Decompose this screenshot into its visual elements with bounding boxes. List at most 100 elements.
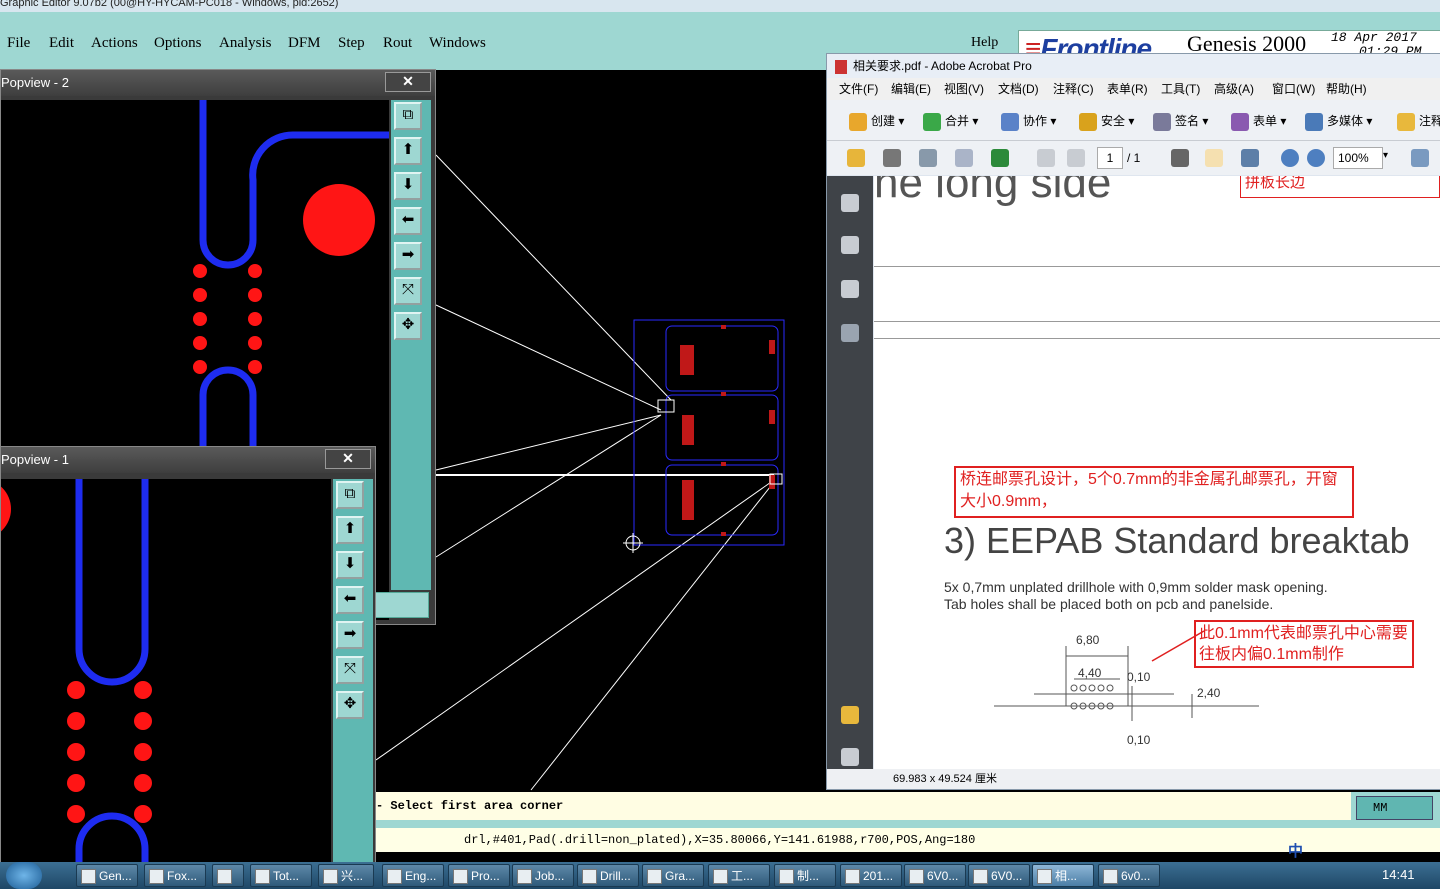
- taskbar-item[interactable]: 6v0...: [1098, 864, 1160, 887]
- taskbar-item[interactable]: Drill...: [577, 864, 639, 887]
- app-icon: [973, 869, 988, 885]
- zoom-out-icon[interactable]: ⤧: [336, 656, 364, 684]
- zoom-in-icon[interactable]: [1307, 149, 1325, 167]
- hand-tool-icon[interactable]: [1205, 149, 1223, 167]
- open-folder-icon[interactable]: [847, 149, 865, 167]
- layers-icon[interactable]: [841, 280, 859, 298]
- pan-left-icon[interactable]: ⬅: [394, 207, 422, 235]
- menu-file[interactable]: File: [7, 35, 30, 52]
- web-icon[interactable]: [991, 149, 1009, 167]
- taskbar-item[interactable]: 201...: [840, 864, 902, 887]
- forms-button[interactable]: 表单 ▾: [1231, 112, 1286, 131]
- taskbar-item[interactable]: Job...: [512, 864, 574, 887]
- app-icon: [323, 869, 338, 885]
- acro-menu-advanced[interactable]: 高级(A): [1214, 78, 1254, 100]
- annotation-stamp-holes[interactable]: 桥连邮票孔设计，5个0.7mm的非金属孔邮票孔，开窗大小0.9mm，: [954, 466, 1354, 518]
- comment-button[interactable]: 注释: [1397, 112, 1440, 131]
- save-icon[interactable]: [919, 149, 937, 167]
- menu-rout[interactable]: Rout: [383, 35, 412, 52]
- pan-down-icon[interactable]: ⬇: [394, 172, 422, 200]
- annotation-top[interactable]: 拼板长边: [1240, 176, 1440, 198]
- taskbar-item[interactable]: 6V0...: [904, 864, 966, 887]
- menu-edit[interactable]: Edit: [49, 35, 74, 52]
- zoom-level-input[interactable]: 100%: [1333, 147, 1383, 169]
- sign-button[interactable]: 签名 ▾: [1153, 112, 1208, 131]
- taskbar-item[interactable]: Gra...: [642, 864, 704, 887]
- menu-step[interactable]: Step: [338, 35, 365, 52]
- acrobat-navigation-pane: [827, 176, 873, 769]
- acro-menu-document[interactable]: 文档(D): [998, 78, 1039, 100]
- start-button[interactable]: [6, 862, 42, 889]
- taskbar-item[interactable]: 6V0...: [968, 864, 1030, 887]
- ime-indicator[interactable]: 中: [1288, 840, 1303, 861]
- popview-1-view[interactable]: [1, 479, 331, 863]
- attachments-icon[interactable]: [841, 748, 859, 766]
- comments-icon[interactable]: [841, 706, 859, 724]
- pages-icon[interactable]: [841, 194, 859, 212]
- graphic-canvas[interactable]: [375, 70, 826, 792]
- pan-up-icon[interactable]: ⬆: [336, 516, 364, 544]
- popview-1-window: Popview - 1 ✕ ⧉ ⬆ ⬇ ⬅ ➡ ⤧ ✥: [0, 446, 376, 864]
- units-selector[interactable]: MM: [1356, 796, 1433, 820]
- menu-actions[interactable]: Actions: [91, 35, 138, 52]
- fit-page-icon[interactable]: [1411, 149, 1429, 167]
- create-button[interactable]: 创建 ▾: [849, 112, 904, 131]
- pan-up-icon[interactable]: ⬆: [394, 137, 422, 165]
- acro-menu-forms[interactable]: 表单(R): [1107, 78, 1148, 100]
- menu-analysis[interactable]: Analysis: [219, 35, 272, 52]
- taskbar-item[interactable]: Fox...: [144, 864, 206, 887]
- prev-page-icon[interactable]: [1037, 149, 1055, 167]
- collaborate-button[interactable]: 协作 ▾: [1001, 112, 1056, 131]
- zoom-out-icon[interactable]: ⤧: [394, 277, 422, 305]
- taskbar-item[interactable]: Pro...: [448, 864, 510, 887]
- pan-down-icon[interactable]: ⬇: [336, 551, 364, 579]
- acro-menu-edit[interactable]: 编辑(E): [891, 78, 931, 100]
- combine-icon: [923, 112, 941, 131]
- pan-right-icon[interactable]: ➡: [336, 621, 364, 649]
- acro-menu-help[interactable]: 帮助(H): [1326, 78, 1367, 100]
- acro-menu-window[interactable]: 窗口(W): [1272, 78, 1315, 100]
- taskbar-item-active[interactable]: 相...: [1032, 864, 1094, 887]
- popview-1-close-button[interactable]: ✕: [325, 449, 371, 469]
- taskbar-item[interactable]: 制...: [774, 864, 836, 887]
- clock[interactable]: 14:41: [1382, 867, 1415, 882]
- popview-2-close-button[interactable]: ✕: [385, 72, 431, 92]
- print-icon[interactable]: [883, 149, 901, 167]
- combine-button[interactable]: 合并 ▾: [923, 112, 978, 131]
- popview-2-scroll[interactable]: [373, 592, 429, 618]
- zoom-in-icon[interactable]: ✥: [394, 312, 422, 340]
- taskbar-item[interactable]: Gen...: [76, 864, 138, 887]
- acro-menu-tools[interactable]: 工具(T): [1161, 78, 1200, 100]
- multimedia-icon: [1305, 112, 1323, 131]
- next-page-icon[interactable]: [1067, 149, 1085, 167]
- acro-menu-view[interactable]: 视图(V): [944, 78, 984, 100]
- pan-left-icon[interactable]: ⬅: [336, 586, 364, 614]
- menu-options[interactable]: Options: [154, 35, 202, 52]
- multimedia-button[interactable]: 多媒体 ▾: [1305, 112, 1372, 131]
- zoom-dropdown-icon[interactable]: ▾: [1383, 150, 1388, 161]
- bookmarks-icon[interactable]: [841, 236, 859, 254]
- acro-menu-file[interactable]: 文件(F): [839, 78, 878, 100]
- select-text-icon[interactable]: [1171, 149, 1189, 167]
- zoom-out-icon[interactable]: [1281, 149, 1299, 167]
- taskbar-item[interactable]: Tot...: [250, 864, 312, 887]
- page-number-input[interactable]: 1: [1097, 147, 1123, 169]
- zoom-fit-icon[interactable]: ⧉: [394, 102, 422, 130]
- zoom-tool-icon[interactable]: [1241, 149, 1259, 167]
- taskbar-item[interactable]: [212, 864, 244, 887]
- taskbar-item[interactable]: Eng...: [382, 864, 444, 887]
- menu-dfm[interactable]: DFM: [288, 35, 321, 52]
- acro-menu-comments[interactable]: 注释(C): [1053, 78, 1094, 100]
- zoom-fit-icon[interactable]: ⧉: [336, 481, 364, 509]
- pdf-page[interactable]: he long side 拼板长边 桥连邮票孔设计，5个0.7mm的非金属孔邮票…: [874, 176, 1440, 769]
- pan-right-icon[interactable]: ➡: [394, 242, 422, 270]
- rule: [874, 338, 1440, 339]
- secure-button[interactable]: 安全 ▾: [1079, 112, 1134, 131]
- menu-help[interactable]: Help: [971, 35, 998, 51]
- menu-windows[interactable]: Windows: [429, 35, 486, 52]
- signatures-icon[interactable]: [841, 324, 859, 342]
- taskbar-item[interactable]: 兴...: [318, 864, 374, 887]
- taskbar-item[interactable]: 工...: [708, 864, 770, 887]
- email-icon[interactable]: [955, 149, 973, 167]
- zoom-in-icon[interactable]: ✥: [336, 691, 364, 719]
